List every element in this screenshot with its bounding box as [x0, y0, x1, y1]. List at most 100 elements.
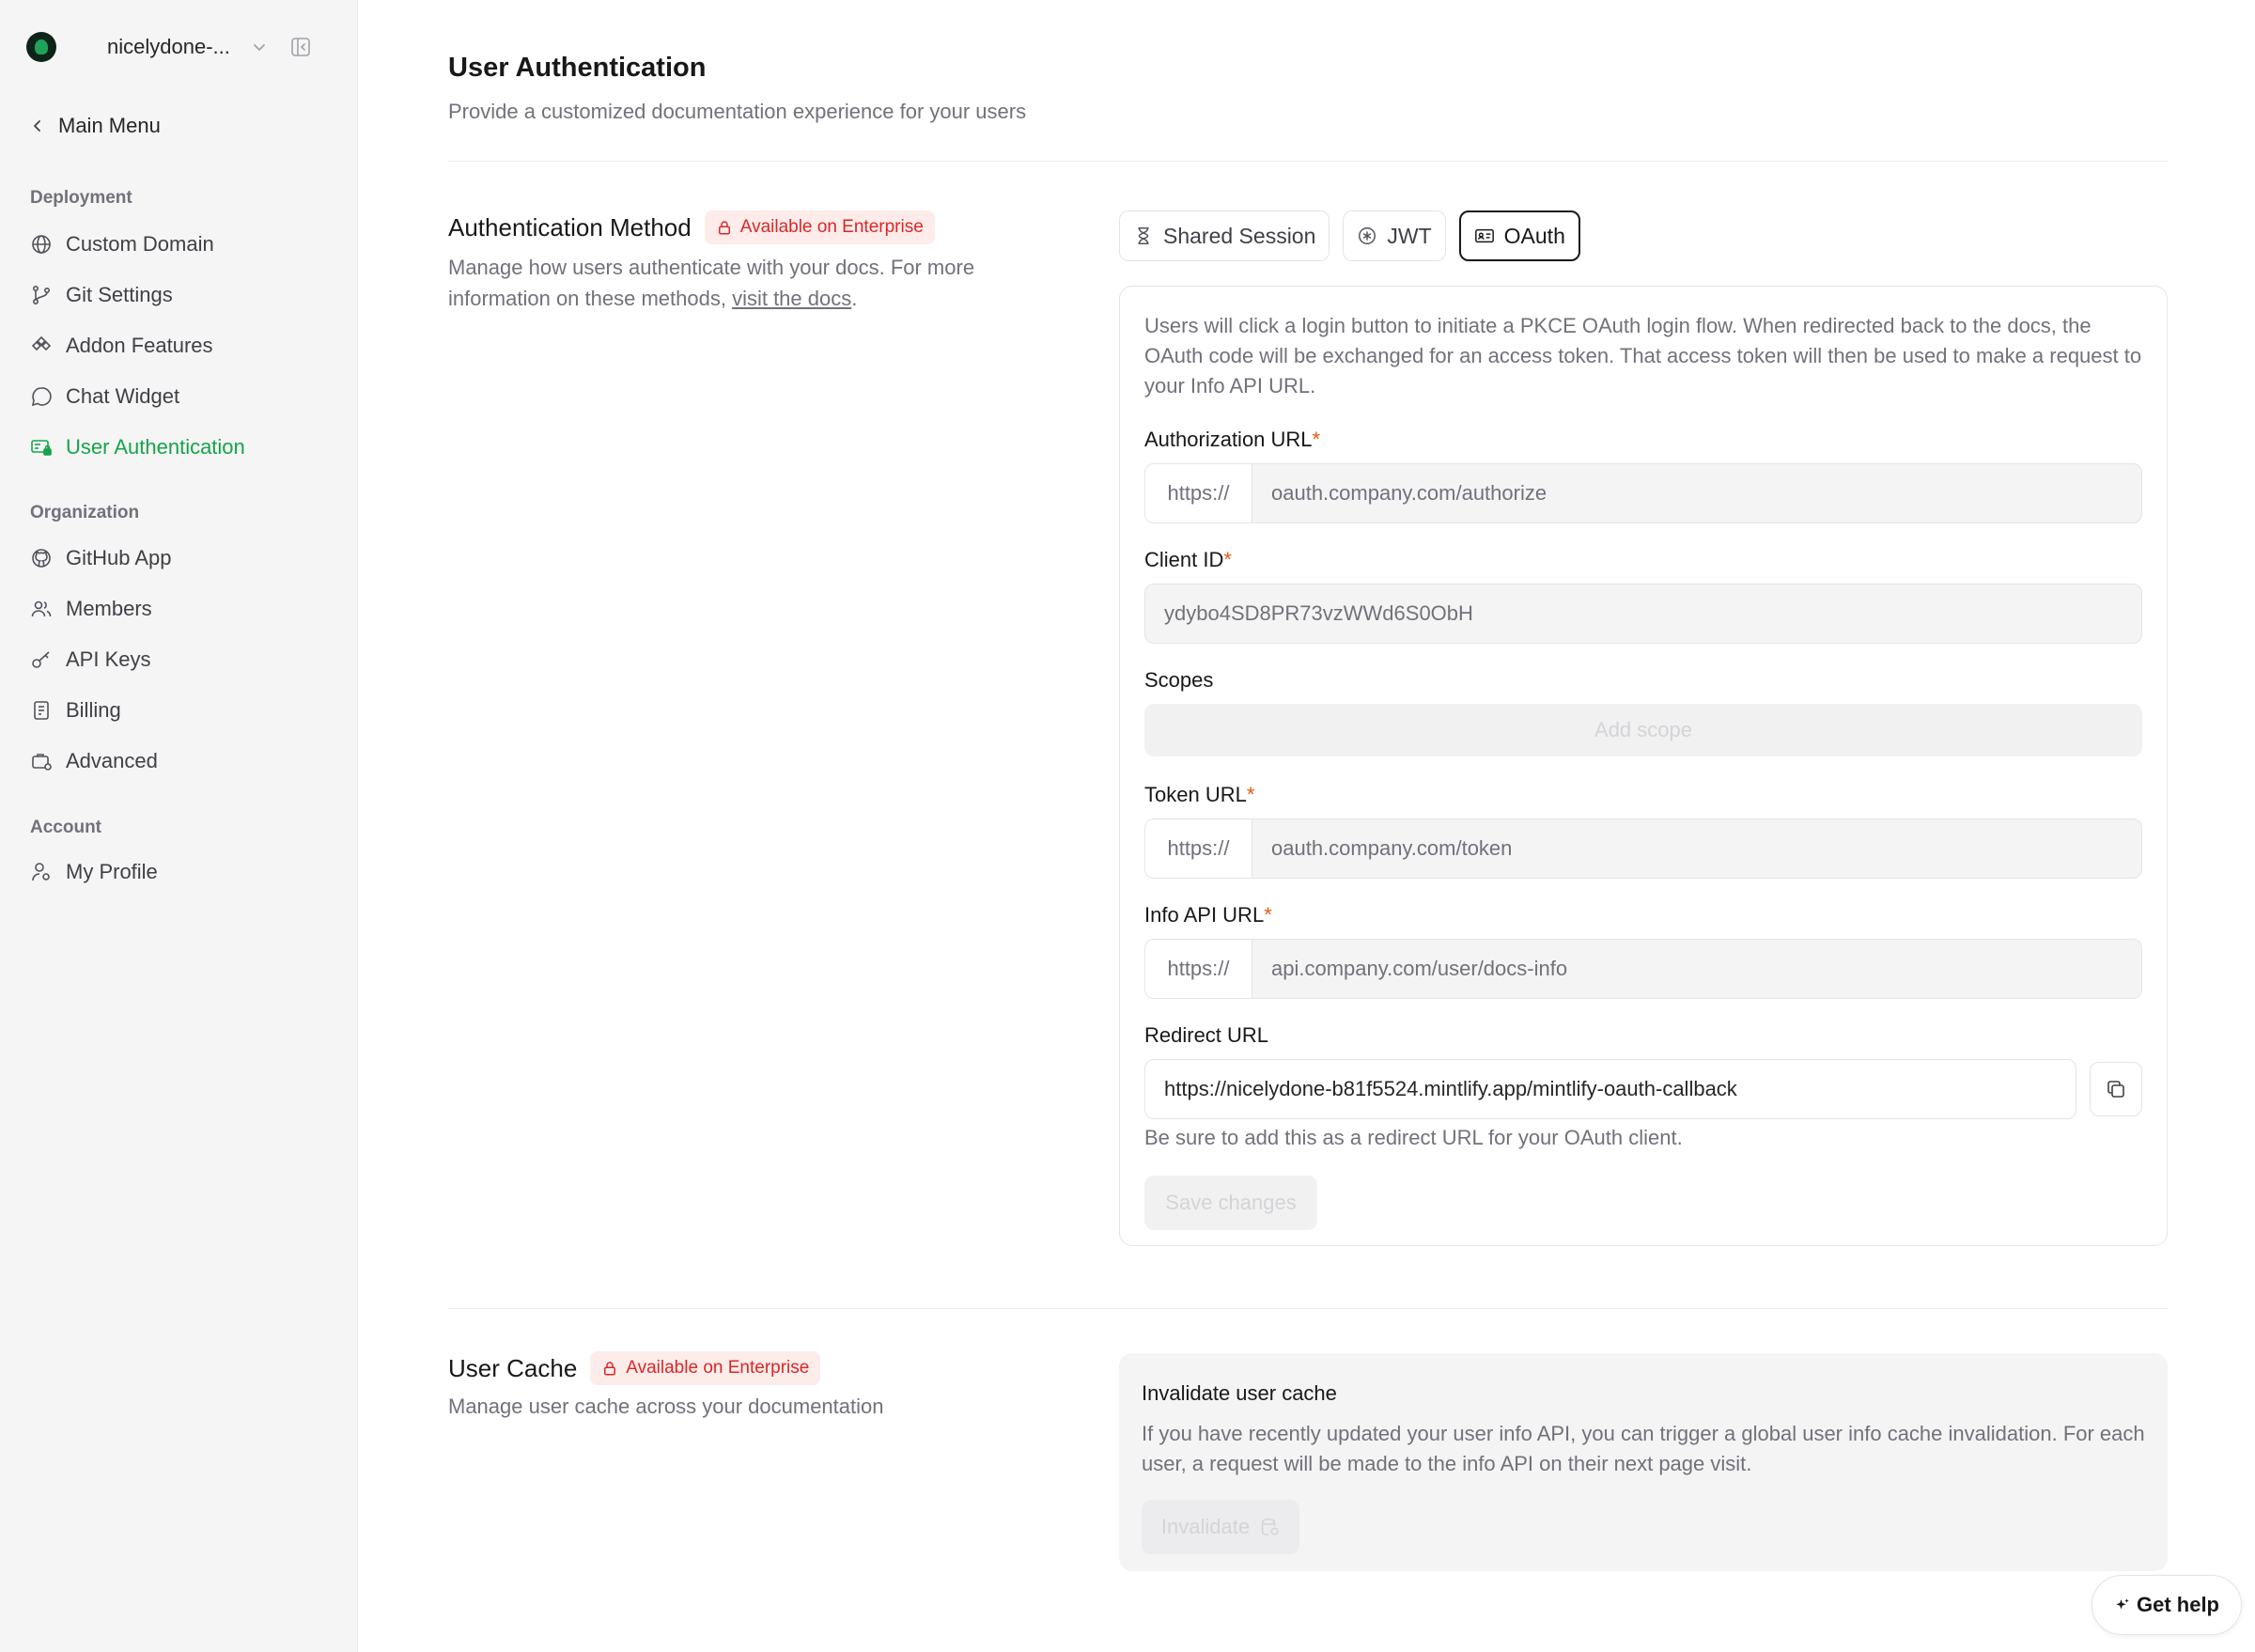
receipt-icon — [30, 699, 53, 722]
chat-bubble-icon — [30, 385, 53, 408]
client-id-label: Client ID* — [1144, 548, 1232, 571]
sidebar-item-label: Git Settings — [66, 283, 173, 306]
id-card-lock-icon — [30, 436, 53, 459]
token-url-field[interactable]: https:// oauth.company.com/token — [1144, 818, 2142, 879]
invalidate-cache-title: Invalidate user cache — [1142, 1381, 1337, 1405]
divider — [448, 161, 2168, 162]
main-menu-label: Main Menu — [58, 114, 161, 137]
users-icon — [30, 598, 53, 620]
invalidate-button[interactable]: Invalidate — [1142, 1500, 1299, 1554]
addon-icon — [30, 335, 53, 357]
database-refresh-icon — [1262, 1519, 1279, 1535]
main-menu-link[interactable]: Main Menu — [30, 111, 161, 141]
visit-docs-link[interactable]: visit the docs — [732, 287, 851, 310]
get-help-button[interactable]: Get help — [2092, 1575, 2242, 1635]
sidebar-item-label: Custom Domain — [66, 232, 214, 256]
user-cache-title: User Cache — [448, 1353, 578, 1382]
enterprise-badge: Available on Enterprise — [704, 210, 935, 244]
divider — [448, 1308, 2168, 1309]
sidebar-item-git-settings[interactable]: Git Settings — [30, 279, 340, 311]
redirect-url-helper: Be sure to add this as a redirect URL fo… — [1144, 1126, 1683, 1149]
client-id-field[interactable]: ydybo4SD8PR73vzWWd6S0ObH — [1144, 584, 2142, 644]
globe-icon — [30, 233, 53, 256]
section-label-account: Account — [30, 818, 101, 837]
add-scope-button[interactable]: Add scope — [1144, 704, 2142, 756]
user-gear-icon — [30, 861, 53, 883]
copy-icon — [2107, 1081, 2124, 1098]
sidebar-item-label: Billing — [66, 698, 121, 722]
sidebar-item-label: Addon Features — [66, 334, 213, 357]
client-id-input[interactable]: ydybo4SD8PR73vzWWd6S0ObH — [1145, 584, 2141, 643]
url-prefix: https:// — [1145, 819, 1252, 878]
asterisk-circle-icon — [1359, 227, 1376, 244]
page-title: User Authentication — [448, 53, 707, 83]
section-label-organization: Organization — [30, 503, 140, 522]
sidebar-item-advanced[interactable]: Advanced — [30, 745, 340, 777]
sidebar-item-my-profile[interactable]: My Profile — [30, 856, 340, 888]
sidebar-item-label: API Keys — [66, 647, 151, 671]
redirect-url-label: Redirect URL — [1144, 1023, 1269, 1047]
tab-shared-session[interactable]: Shared Session — [1119, 210, 1330, 261]
token-url-input[interactable]: oauth.company.com/token — [1252, 819, 2141, 878]
authorization-url-field[interactable]: https:// oauth.company.com/authorize — [1144, 463, 2142, 523]
tab-jwt[interactable]: JWT — [1343, 210, 1446, 261]
badge-label: Available on Enterprise — [626, 1358, 810, 1378]
scopes-label: Scopes — [1144, 668, 1214, 692]
page-subtitle: Provide a customized documentation exper… — [448, 100, 1027, 123]
oauth-intro: Users will click a login button to initi… — [1144, 314, 2142, 397]
user-cache-title-row: User Cache Available on Enterprise — [448, 1351, 821, 1385]
tab-oauth[interactable]: OAuth — [1458, 210, 1580, 261]
auth-method-title: Authentication Method — [448, 212, 692, 242]
invalidate-cache-description: If you have recently updated your user i… — [1142, 1422, 2145, 1475]
auth-method-description: Manage how users authenticate with your … — [448, 256, 975, 310]
authorization-url-label: Authorization URL* — [1144, 428, 1321, 451]
info-api-url-label: Info API URL* — [1144, 903, 1272, 927]
sidebar-item-addon-features[interactable]: Addon Features — [30, 330, 340, 362]
save-changes-button[interactable]: Save changes — [1144, 1176, 1317, 1230]
lock-icon — [604, 1362, 616, 1376]
invalidate-cache-card: Invalidate user cache If you have recent… — [1119, 1353, 2168, 1571]
sidebar-item-billing[interactable]: Billing — [30, 694, 340, 726]
auth-method-tabs: Shared Session JWT OAuth — [1119, 210, 1580, 261]
info-api-url-field[interactable]: https:// api.company.com/user/docs-info — [1144, 939, 2142, 999]
copy-button[interactable] — [2090, 1062, 2142, 1116]
url-prefix: https:// — [1145, 940, 1252, 998]
org-logo — [26, 32, 56, 62]
token-url-label: Token URL* — [1144, 783, 1255, 806]
redirect-url-field[interactable]: https://nicelydone-b81f5524.mintlify.app… — [1144, 1059, 2076, 1119]
collapse-sidebar-icon[interactable] — [289, 36, 312, 58]
sidebar-item-label: Chat Widget — [66, 384, 180, 408]
briefcase-gear-icon — [30, 750, 53, 772]
oauth-settings-card: Users will click a login button to initi… — [1119, 286, 2168, 1246]
sidebar-item-members[interactable]: Members — [30, 593, 340, 625]
auth-method-title-row: Authentication Method Available on Enter… — [448, 210, 935, 244]
org-switcher[interactable]: nicelydone-... — [26, 30, 336, 64]
id-card-icon — [1474, 228, 1494, 243]
sidebar-item-label: Members — [66, 597, 152, 620]
sidebar-item-chat-widget[interactable]: Chat Widget — [30, 381, 340, 413]
authorization-url-input[interactable]: oauth.company.com/authorize — [1252, 464, 2141, 522]
git-branch-icon — [30, 284, 53, 306]
section-label-deployment: Deployment — [30, 188, 132, 208]
chevron-down-icon — [252, 39, 267, 55]
sidebar-item-label: My Profile — [66, 860, 158, 883]
sidebar-item-label: User Authentication — [66, 435, 245, 459]
sidebar-item-label: GitHub App — [66, 546, 172, 569]
enterprise-badge: Available on Enterprise — [590, 1351, 821, 1385]
sparkle-icon — [2116, 1598, 2129, 1610]
hourglass-icon — [1138, 227, 1149, 244]
info-api-url-input[interactable]: api.company.com/user/docs-info — [1252, 940, 2141, 998]
user-cache-description: Manage user cache across your documentat… — [448, 1395, 884, 1418]
sidebar-item-github-app[interactable]: GitHub App — [30, 542, 340, 574]
org-name: nicelydone-... — [107, 35, 230, 58]
sidebar-item-label: Advanced — [66, 749, 158, 772]
github-icon — [30, 547, 53, 569]
badge-label: Available on Enterprise — [739, 217, 924, 237]
sidebar: nicelydone-... Main Menu Deployment Cust… — [0, 0, 358, 1652]
url-prefix: https:// — [1145, 464, 1252, 522]
key-icon — [30, 648, 53, 671]
chevron-left-icon — [34, 120, 40, 132]
sidebar-item-custom-domain[interactable]: Custom Domain — [30, 228, 340, 260]
sidebar-item-api-keys[interactable]: API Keys — [30, 644, 340, 676]
sidebar-item-user-authentication[interactable]: User Authentication — [30, 431, 340, 463]
